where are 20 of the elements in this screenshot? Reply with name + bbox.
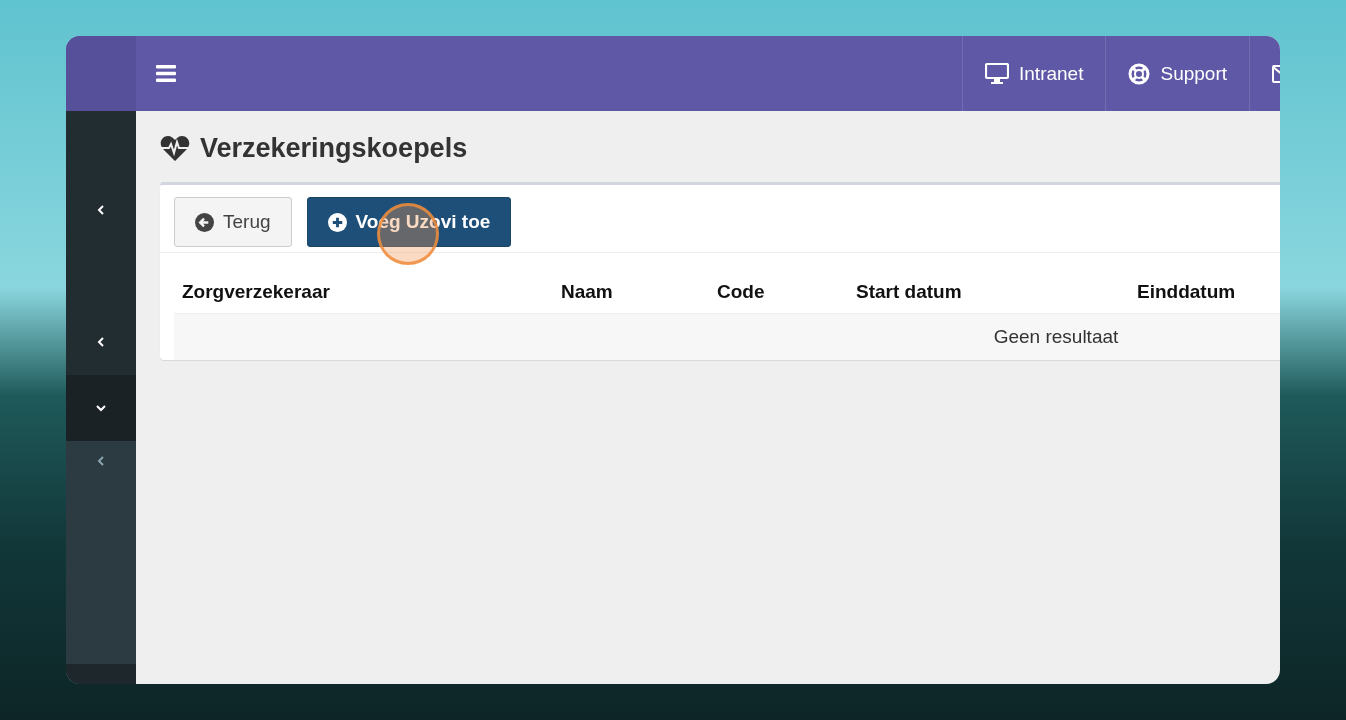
column-header[interactable]: Code — [709, 271, 848, 314]
column-header[interactable]: Einddatum — [1129, 271, 1280, 314]
empty-message: Geen resultaat — [174, 313, 1280, 360]
plus-circle-icon — [327, 212, 347, 232]
menu-icon — [156, 65, 176, 82]
sidebar-footer — [66, 664, 136, 684]
page-title-text: Verzekeringskoepels — [200, 133, 468, 164]
lifebuoy-icon — [1128, 62, 1151, 85]
column-header[interactable]: Start datum — [848, 271, 1129, 314]
back-button[interactable]: Terug — [174, 197, 292, 247]
chevron-left-icon — [95, 336, 107, 348]
nav-link[interactable]: Support — [1105, 36, 1249, 111]
column-header[interactable]: Naam — [553, 271, 709, 314]
nav-link[interactable]: Intranet — [962, 36, 1106, 111]
chevron-down-icon — [95, 402, 107, 414]
heartbeat-icon — [160, 135, 190, 162]
monitor-icon — [985, 62, 1009, 85]
chevron-left-icon — [95, 455, 107, 467]
chevron-left-icon — [95, 204, 107, 216]
column-header[interactable]: Zorgverzekeraar — [174, 271, 553, 314]
